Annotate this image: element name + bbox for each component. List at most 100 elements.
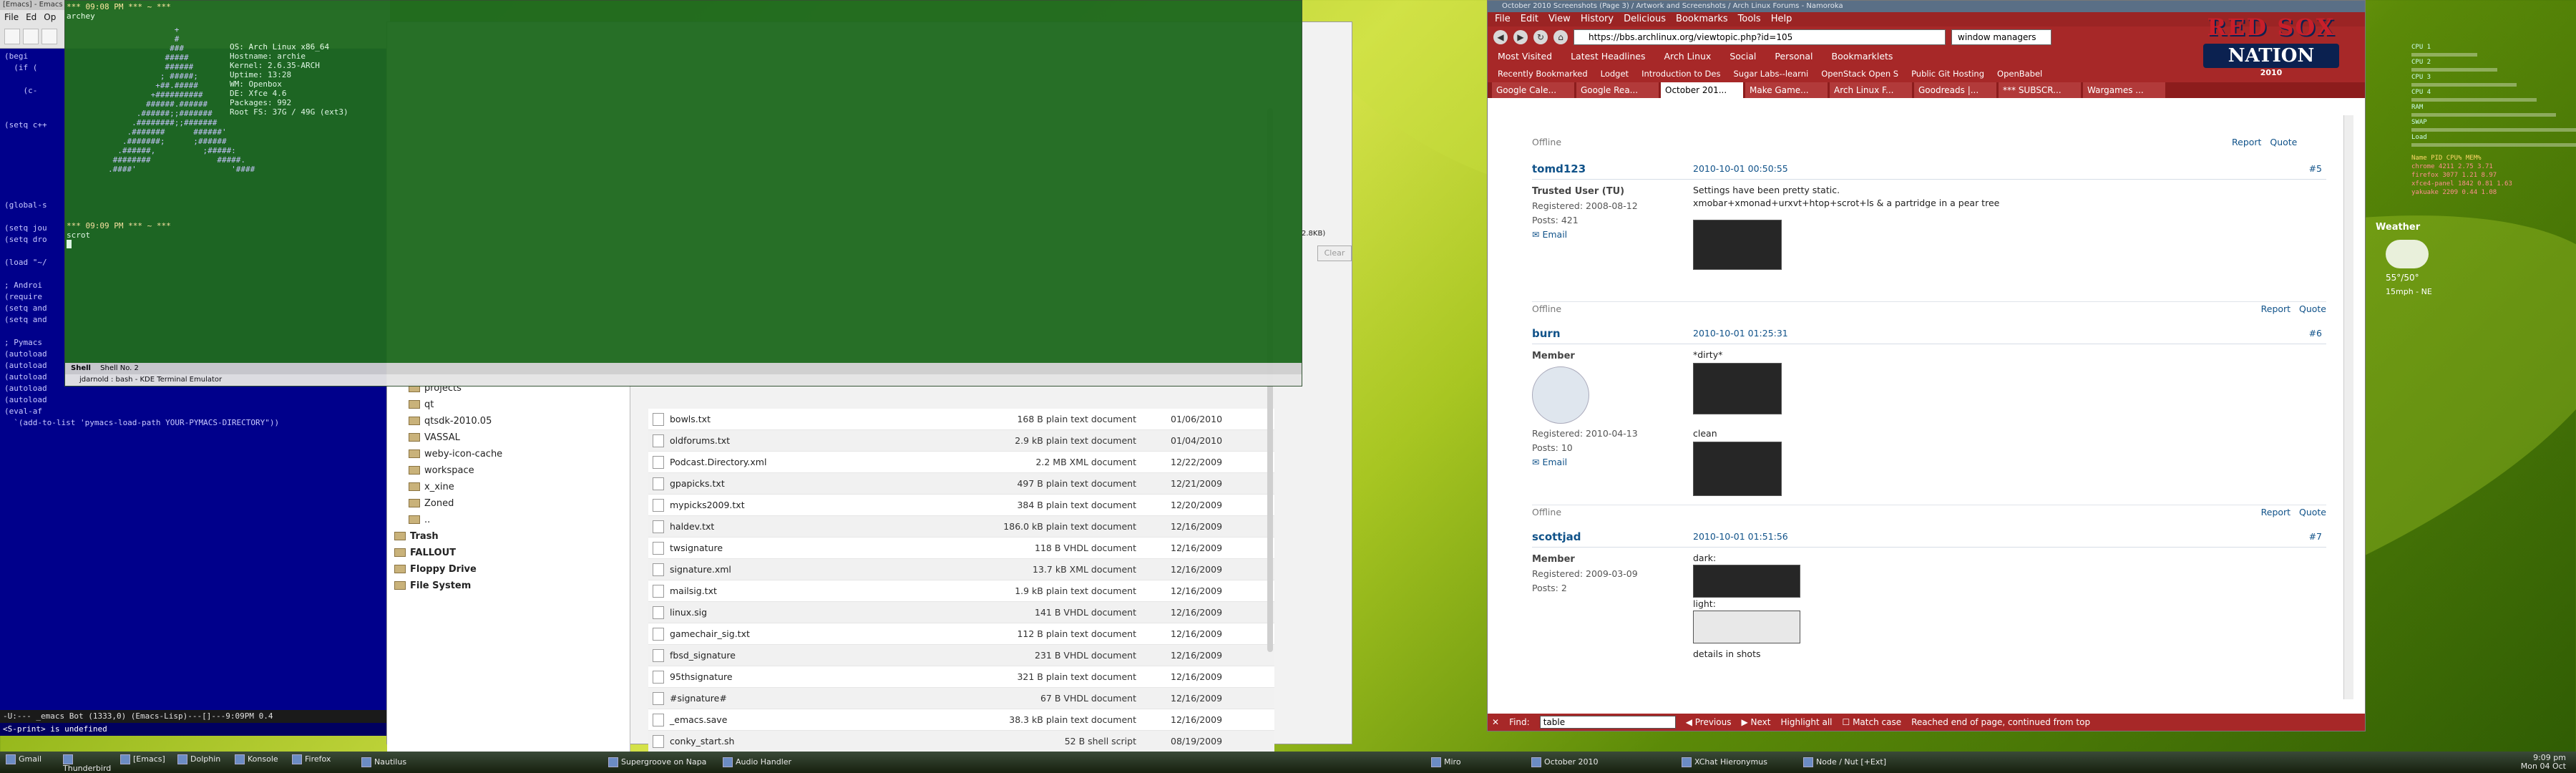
- tree-item[interactable]: Zoned: [387, 495, 630, 512]
- post-author[interactable]: tomd123: [1532, 162, 1693, 175]
- file-row[interactable]: 95thsignature 321 B plain text document 12…: [648, 666, 1274, 688]
- file-row[interactable]: mailsig.txt 1.9 kB plain text document 12/…: [648, 580, 1274, 602]
- file-row[interactable]: conky_start.sh 52 B shell script 08/19/200…: [648, 731, 1274, 752]
- menu-item-file[interactable]: File: [1495, 12, 1511, 26]
- forward-icon[interactable]: ▶: [1513, 30, 1528, 44]
- tree-item[interactable]: workspace: [387, 462, 630, 479]
- new-file-icon[interactable]: [4, 29, 20, 44]
- taskbar-task[interactable]: Konsole: [235, 754, 289, 770]
- email-link[interactable]: ✉ Email: [1532, 455, 1689, 470]
- tree-item[interactable]: ..: [387, 512, 630, 528]
- taskbar-task[interactable]: Dolphin: [177, 754, 232, 770]
- file-row[interactable]: oldforums.txt 2.9 kB plain text document 0…: [648, 430, 1274, 452]
- file-row[interactable]: mypicks2009.txt 384 B plain text document…: [648, 495, 1274, 516]
- bookmark-item[interactable]: OpenStack Open S: [1821, 65, 1898, 82]
- menu-item-tools[interactable]: Tools: [1738, 12, 1761, 26]
- email-link[interactable]: ✉ Email: [1532, 228, 1689, 242]
- bookmark-item[interactable]: Sugar Labs--learni: [1733, 65, 1808, 82]
- emacs-menu-edit[interactable]: Ed: [26, 10, 36, 24]
- taskbar-task[interactable]: Thunderbird: [63, 754, 117, 772]
- bookmark-item[interactable]: Lodget: [1601, 65, 1629, 82]
- bookmark-folder[interactable]: Most Visited: [1498, 48, 1552, 65]
- konsole-titlebar[interactable]: jdarnold : bash - KDE Terminal Emulator: [65, 374, 1302, 386]
- file-row[interactable]: linux.sig 141 B VHDL document 12/16/2009: [648, 602, 1274, 623]
- post-number[interactable]: #7: [2309, 531, 2326, 542]
- bookmark-folder[interactable]: Latest Headlines: [1571, 48, 1645, 65]
- post-author[interactable]: burn: [1532, 327, 1693, 340]
- browser-tab[interactable]: Make Game...: [1745, 82, 1828, 98]
- bookmark-folder[interactable]: Arch Linux: [1664, 48, 1711, 65]
- screenshot-thumbnail[interactable]: [1693, 611, 1800, 643]
- bookmark-item[interactable]: Public Git Hosting: [1911, 65, 1984, 82]
- browser-tab[interactable]: Arch Linux F...: [1830, 82, 1912, 98]
- screenshot-thumbnail[interactable]: [1693, 442, 1782, 496]
- file-row[interactable]: Podcast.Directory.xml 2.2 MB XML document…: [648, 452, 1274, 473]
- quote-link[interactable]: Quote: [2299, 507, 2326, 517]
- file-row[interactable]: signature.xml 13.7 kB XML document 12/16/2…: [648, 559, 1274, 580]
- file-row[interactable]: gpapicks.txt 497 B plain text document 12/…: [648, 473, 1274, 495]
- taskbar-task[interactable]: Gmail: [6, 754, 60, 770]
- taskbar-task[interactable]: Node / Nut [+Ext]: [1803, 754, 1911, 770]
- bookmark-item[interactable]: Introduction to Des: [1641, 65, 1720, 82]
- browser-tab[interactable]: Wargames ...: [2083, 82, 2165, 98]
- match-case-checkbox[interactable]: ☐ Match case: [1843, 717, 1902, 727]
- tree-item[interactable]: qt: [387, 397, 630, 413]
- bookmark-item[interactable]: OpenBabel: [1997, 65, 2042, 82]
- browser-tab[interactable]: *** SUBSCR...: [1999, 82, 2081, 98]
- home-icon[interactable]: ⌂: [1553, 30, 1568, 44]
- file-row[interactable]: bowls.txt 168 B plain text document 01/06/…: [648, 409, 1274, 430]
- bookmark-item[interactable]: Recently Bookmarked: [1498, 65, 1588, 82]
- menu-item-bookmarks[interactable]: Bookmarks: [1676, 12, 1728, 26]
- emacs-menu-options[interactable]: Op: [44, 10, 56, 24]
- emacs-menu-file[interactable]: File: [4, 10, 19, 24]
- browser-tab[interactable]: Goodreads |...: [1914, 82, 1996, 98]
- tree-item[interactable]: Trash: [387, 528, 630, 545]
- file-row[interactable]: twsignature 118 B VHDL document 12/16/2009: [648, 538, 1274, 559]
- quote-link[interactable]: Quote: [2299, 303, 2326, 314]
- browser-tab[interactable]: Google Rea...: [1576, 82, 1659, 98]
- taskbar-task[interactable]: XChat Hieronymus: [1682, 754, 1789, 770]
- screenshot-thumbnail[interactable]: [1693, 363, 1782, 414]
- browser-tab[interactable]: October 201...: [1661, 82, 1743, 98]
- tab-shell-2[interactable]: Shell No. 2: [100, 364, 139, 372]
- taskbar-task[interactable]: October 2010 Screenshots: [1531, 754, 1639, 770]
- forum-page[interactable]: Offline Report Quote tomd123 2010-10-01 …: [1488, 115, 2353, 699]
- file-list[interactable]: bowls.txt 168 B plain text document 01/06/…: [648, 409, 1274, 773]
- tree-item[interactable]: Floppy Drive: [387, 561, 630, 578]
- report-link[interactable]: Report: [2261, 303, 2290, 314]
- bookmark-folder[interactable]: Bookmarklets: [1832, 48, 1893, 65]
- taskbar-task[interactable]: Audio Handler: [723, 754, 830, 770]
- menu-item-help[interactable]: Help: [1771, 12, 1792, 26]
- search-input[interactable]: window managers: [1951, 29, 2051, 45]
- save-icon[interactable]: [42, 29, 57, 44]
- post-number[interactable]: #6: [2309, 328, 2326, 339]
- find-previous-button[interactable]: ◀ Previous: [1686, 717, 1732, 727]
- menu-item-edit[interactable]: Edit: [1521, 12, 1538, 26]
- file-row[interactable]: _emacs.save 38.3 kB plain text document 12…: [648, 709, 1274, 731]
- menu-item-view[interactable]: View: [1548, 12, 1571, 26]
- tree-item[interactable]: weby-icon-cache: [387, 446, 630, 462]
- back-icon[interactable]: ◀: [1493, 30, 1508, 44]
- tab-shell[interactable]: Shell: [71, 364, 91, 372]
- taskbar-task[interactable]: [Emacs]: [120, 754, 175, 770]
- screenshot-thumbnail[interactable]: [1693, 220, 1782, 270]
- post-author[interactable]: scottjad: [1532, 530, 1693, 543]
- firefox-window[interactable]: October 2010 Screenshots (Page 3) / Artw…: [1487, 0, 2366, 731]
- screenshot-thumbnail[interactable]: [1693, 565, 1800, 598]
- find-input[interactable]: table: [1539, 716, 1676, 729]
- bookmark-folder[interactable]: Personal: [1775, 48, 1813, 65]
- taskbar-task[interactable]: Supergroove on Napa: [608, 754, 716, 770]
- tree-item[interactable]: File System: [387, 578, 630, 594]
- file-row[interactable]: #signature# 67 B VHDL document 12/16/2009: [648, 688, 1274, 709]
- highlight-all-button[interactable]: Highlight all: [1780, 717, 1832, 727]
- page-scrollbar[interactable]: [2343, 115, 2353, 699]
- post-number[interactable]: #5: [2309, 163, 2326, 174]
- clock[interactable]: 9:09 pm Mon 04 Oct: [2521, 754, 2566, 771]
- menu-item-history[interactable]: History: [1581, 12, 1614, 26]
- taskbar-task[interactable]: Firefox: [292, 754, 346, 770]
- taskbar-task[interactable]: Nautilus: [361, 754, 469, 770]
- close-find-icon[interactable]: ✕: [1492, 717, 1499, 727]
- tree-item[interactable]: qtsdk-2010.05: [387, 413, 630, 429]
- file-row[interactable]: haldev.txt 186.0 kB plain text document 12…: [648, 516, 1274, 538]
- file-row[interactable]: fbsd_signature 231 B VHDL document 12/16/2…: [648, 645, 1274, 666]
